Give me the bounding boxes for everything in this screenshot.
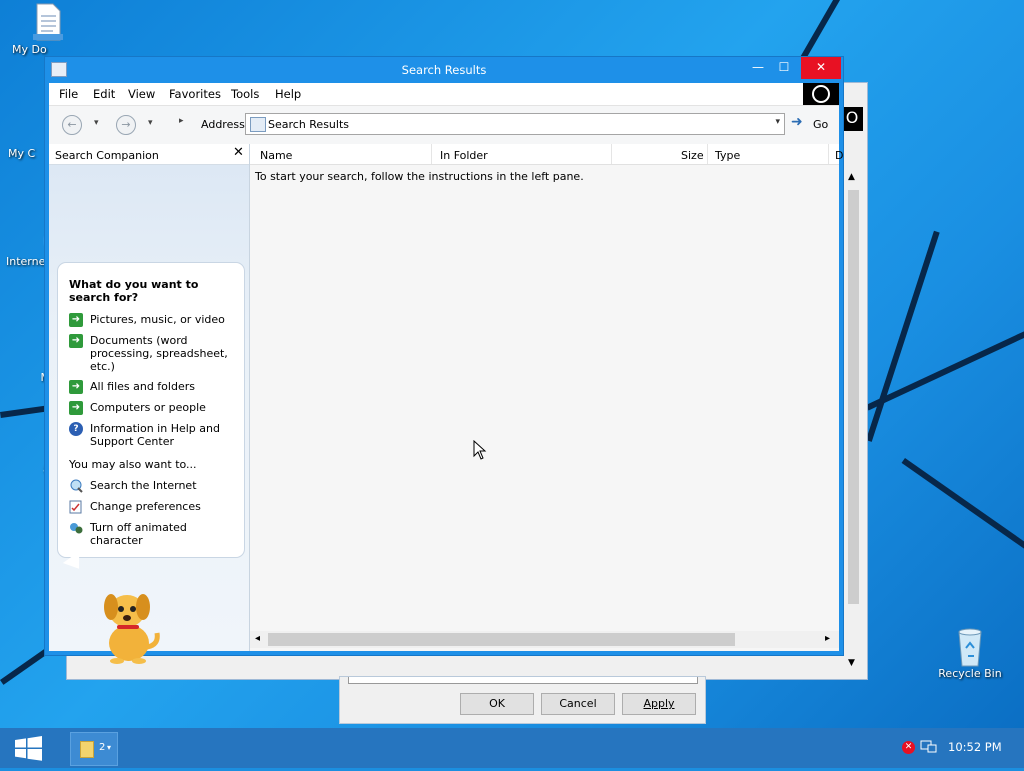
folder-icon [80,741,94,758]
arrow-right-icon: ➜ [69,334,83,348]
desktop-icon-label: Recycle Bin [938,667,1002,680]
windows-logo-icon: O [841,107,863,131]
apply-button[interactable]: Apply [622,693,696,715]
start-button[interactable] [0,728,56,768]
taskbar-explorer-group[interactable]: 2 ▾ [70,732,118,766]
wallpaper-line [901,458,1024,572]
go-button[interactable]: Go [813,118,828,131]
scroll-up-icon[interactable]: ▲ [848,172,855,182]
address-value: Search Results [268,118,350,131]
mouse-cursor-icon [473,439,487,463]
toolbar: ← ▾ → ▾ ▸ Address Search Results ▾ ➜ Go [49,105,839,145]
scroll-thumb[interactable] [848,190,859,604]
back-dropdown-icon[interactable]: ▾ [94,118,99,128]
pane-title: Search Companion [55,149,159,162]
column-divider[interactable] [611,144,612,164]
search-results-icon [250,117,266,132]
column-divider[interactable] [707,144,708,164]
maximize-button[interactable]: ☐ [767,57,801,79]
error-tray-icon[interactable]: ✕ [902,741,915,754]
window-client: File Edit View Favorites Tools Help ← ▾ … [49,83,843,664]
menu-help[interactable]: Help [275,87,301,101]
column-type[interactable]: Type [715,149,740,162]
desktop-icon-my-documents[interactable]: My Do [12,2,84,56]
wallpaper-line [866,295,1024,411]
wallpaper-line [866,230,940,442]
forward-dropdown-icon[interactable]: ▾ [148,118,153,128]
column-date[interactable]: D [835,149,843,162]
desktop-icon-label: My Do [12,43,47,56]
option-label: Information in Help and Support Center [90,422,220,448]
preferences-icon [69,500,83,514]
balloon-heading: What do you want to search for? [69,278,199,304]
column-in-folder[interactable]: In Folder [440,149,488,162]
recycle-bin-icon [953,626,987,667]
address-bar[interactable]: Search Results ▾ [245,113,785,135]
address-label: Address [201,118,245,131]
go-arrow-icon[interactable]: ➜ [791,114,803,130]
scroll-down-icon[interactable]: ▼ [848,658,855,668]
network-tray-icon[interactable] [920,739,938,758]
scroll-left-icon[interactable]: ◂ [255,633,260,644]
column-divider[interactable] [828,144,829,164]
column-divider[interactable] [431,144,432,164]
desktop-icon-recycle-bin[interactable]: Recycle Bin [934,626,1006,680]
arrow-right-icon: ➜ [69,401,83,415]
document-icon [31,2,65,41]
option-label: Pictures, music, or video [90,313,225,326]
option-label: Change preferences [90,500,201,513]
cancel-button[interactable]: Cancel [541,693,615,715]
menu-view[interactable]: View [128,87,155,101]
option-label: Turn off animated character [90,521,187,547]
column-name[interactable]: Name [260,149,292,162]
menu-favorites[interactable]: Favorites [169,87,221,101]
scroll-thumb[interactable] [268,633,735,646]
option-label: Search the Internet [90,479,197,492]
results-pane: Name In Folder Size Type D To start your… [250,144,843,651]
column-size[interactable]: Size [681,149,704,162]
toolbar-chevron-icon[interactable]: ▸ [179,116,184,126]
instruction-message: To start your search, follow the instruc… [255,170,584,183]
arrow-right-icon: ➜ [69,313,83,327]
horizontal-scrollbar[interactable]: ◂ ▸ [250,631,839,648]
option-label: Computers or people [90,401,206,414]
address-dropdown-icon[interactable]: ▾ [775,117,780,127]
properties-dialog: OK Cancel Apply [339,676,706,724]
dialog-field [348,677,698,684]
back-button[interactable]: ← [62,115,82,135]
vertical-scrollbar[interactable]: ▲ ▼ [845,170,862,676]
search-globe-icon [69,479,83,493]
taskbar-window-count: 2 [99,742,106,753]
scroll-right-icon[interactable]: ▸ [825,633,830,644]
search-options-balloon: What do you want to search for? ➜ Pictur… [57,262,245,558]
arrow-right-icon: ➜ [69,380,83,394]
window-title: Search Results [401,63,487,77]
title-bar[interactable]: Search Results — ☐ ✕ [45,57,843,83]
also-heading: You may also want to... [69,458,197,471]
help-icon: ? [69,422,83,436]
option-label: Documents (word processing, spreadsheet,… [90,334,228,373]
taskbar: 2 ▾ ✕ 10:52 PM [0,728,1024,768]
ok-button[interactable]: OK [460,693,534,715]
character-icon [69,521,83,535]
menu-tools[interactable]: Tools [231,87,259,101]
menu-bar: File Edit View Favorites Tools Help [49,83,839,105]
search-companion-pane: Search Companion ✕ What do you want to s… [49,144,250,651]
search-results-window: Search Results — ☐ ✕ File Edit View Favo… [44,56,844,664]
pane-close-icon[interactable]: ✕ [233,145,244,160]
menu-edit[interactable]: Edit [93,87,115,101]
clock[interactable]: 10:52 PM [948,740,1002,754]
option-label: All files and folders [90,380,195,393]
forward-button[interactable]: → [116,115,136,135]
pane-header: Search Companion ✕ [49,144,249,165]
menu-file[interactable]: File [59,87,78,101]
search-dog-icon[interactable] [97,585,167,665]
windows-start-icon[interactable] [0,728,56,768]
close-button[interactable]: ✕ [801,57,841,79]
chevron-down-icon: ▾ [107,743,112,752]
column-header-row: Name In Folder Size Type D [250,144,843,165]
windows-logo-icon [803,83,839,105]
